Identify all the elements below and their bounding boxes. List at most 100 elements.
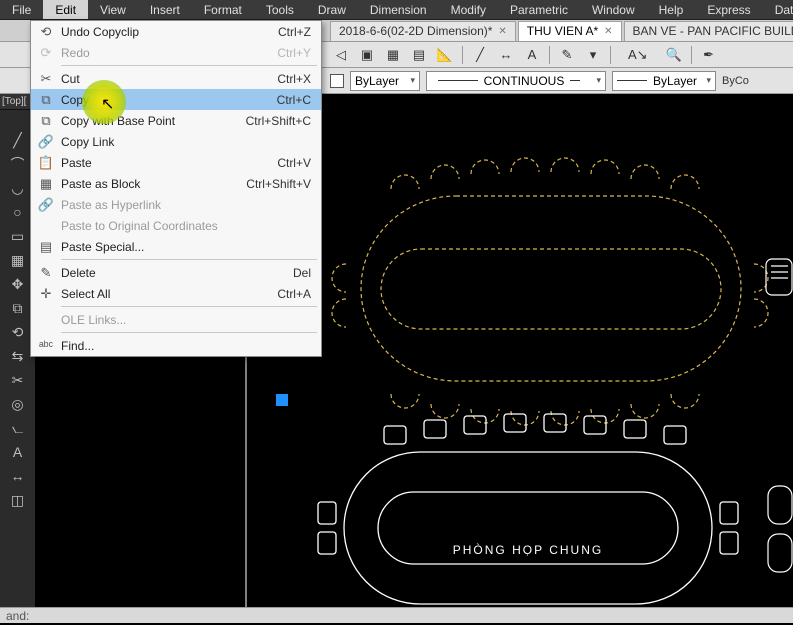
document-tab[interactable]: 2018-6-6(02-2D Dimension)* ✕ — [330, 21, 516, 41]
menu-item-label: Cut — [61, 72, 277, 86]
menu-insert[interactable]: Insert — [138, 0, 192, 19]
menu-item-label: Paste as Hyperlink — [61, 198, 311, 212]
style-a-icon[interactable]: A↘ — [617, 45, 659, 65]
document-tab-label: THU VIEN A* — [527, 24, 598, 38]
menu-edit[interactable]: Edit — [43, 0, 88, 19]
side-block-icon[interactable]: ◫ — [8, 490, 28, 510]
menu-window[interactable]: Window — [580, 0, 647, 19]
menu-view[interactable]: View — [88, 0, 138, 19]
side-line-icon[interactable]: ╱ — [8, 130, 28, 150]
menu-item-paste[interactable]: 📋PasteCtrl+V — [31, 152, 321, 173]
search-toolbar-icon[interactable]: 🔍 — [663, 45, 685, 65]
menu-item-shortcut: Del — [293, 266, 311, 280]
menu-format[interactable]: Format — [192, 0, 254, 19]
menu-item-find[interactable]: ᵃᵇᶜFind... — [31, 335, 321, 356]
room-label: PHÒNG HỌP CHUNG — [453, 542, 603, 557]
document-tab[interactable]: BAN VE - PAN PACIFIC BUILDING -✕ — [624, 21, 793, 41]
document-tab-label: 2018-6-6(02-2D Dimension)* — [339, 24, 492, 38]
menu-item-label: Paste Special... — [61, 240, 311, 254]
document-tab-label: BAN VE - PAN PACIFIC BUILDING - — [633, 24, 793, 38]
text-icon[interactable]: A — [521, 45, 543, 65]
toolbar-separator — [462, 46, 463, 64]
menu-separator — [61, 259, 317, 260]
menu-item-shortcut: Ctrl+A — [277, 287, 311, 301]
linetype-select[interactable]: CONTINUOUS — [426, 71, 606, 91]
menu-help[interactable]: Help — [647, 0, 696, 19]
color-swatch[interactable] — [330, 74, 344, 88]
menu-tools[interactable]: Tools — [254, 0, 306, 19]
selection-grip[interactable] — [276, 394, 288, 406]
menu-separator — [61, 332, 317, 333]
menu-item-icon: ▦ — [31, 176, 61, 192]
layer-select[interactable]: ByLayer — [350, 71, 420, 91]
side-arc-icon[interactable]: ◡ — [8, 178, 28, 198]
menu-item-icon: 📋 — [31, 155, 61, 171]
side-circle-icon[interactable]: ○ — [8, 202, 28, 222]
menu-item-delete[interactable]: ✎DeleteDel — [31, 262, 321, 283]
side-polyline-icon[interactable]: ⌒ — [8, 154, 28, 174]
side-move-icon[interactable]: ✥ — [8, 274, 28, 294]
command-text: and: — [6, 609, 29, 623]
menu-express[interactable]: Express — [695, 0, 762, 19]
menu-item-shortcut: Ctrl+Y — [277, 46, 311, 60]
toolbar-separator — [610, 46, 611, 64]
side-copy-icon[interactable]: ⧉ — [8, 298, 28, 318]
menu-item-copy[interactable]: ⧉CopyCtrl+C — [31, 89, 321, 110]
lineweight-select[interactable]: ByLayer — [612, 71, 716, 91]
side-hatch-icon[interactable]: ▦ — [8, 250, 28, 270]
menu-separator — [61, 306, 317, 307]
dim-icon[interactable]: ↔ — [495, 45, 517, 65]
toggle-a-icon[interactable]: ▣ — [356, 45, 378, 65]
menu-item-ole-links: OLE Links... — [31, 309, 321, 330]
menu-file[interactable]: File — [0, 0, 43, 19]
close-icon[interactable]: ✕ — [498, 26, 506, 37]
menu-dimension[interactable]: Dimension — [358, 0, 439, 19]
menu-draw[interactable]: Draw — [306, 0, 358, 19]
menu-item-copy-with-base-point[interactable]: ⧉Copy with Base PointCtrl+Shift+C — [31, 110, 321, 131]
command-line[interactable]: and: — [0, 607, 793, 623]
menu-item-label: OLE Links... — [61, 313, 311, 327]
layers-icon[interactable]: ▤ — [408, 45, 430, 65]
linetype-preview — [438, 80, 478, 81]
menu-parametric[interactable]: Parametric — [498, 0, 580, 19]
menu-item-redo: ⟳RedoCtrl+Y — [31, 42, 321, 63]
side-trim-icon[interactable]: ✂ — [8, 370, 28, 390]
menu-item-paste-as-block[interactable]: ▦Paste as BlockCtrl+Shift+V — [31, 173, 321, 194]
linetype-preview-r — [570, 80, 580, 81]
pen-icon[interactable]: ✎ — [556, 45, 578, 65]
side-rect-icon[interactable]: ▭ — [8, 226, 28, 246]
menu-item-label: Redo — [61, 46, 277, 60]
menu-item-undo-copyclip[interactable]: ⟲Undo CopyclipCtrl+Z — [31, 21, 321, 42]
menu-item-cut[interactable]: ✂CutCtrl+X — [31, 68, 321, 89]
brush-icon[interactable]: ▾ — [582, 45, 604, 65]
side-mirror-icon[interactable]: ⇆ — [8, 346, 28, 366]
side-offset-icon[interactable]: ◎ — [8, 394, 28, 414]
menu-data-view[interactable]: Data View — [763, 0, 793, 19]
side-dim-icon[interactable]: ↔ — [8, 466, 28, 486]
menu-item-select-all[interactable]: ✛Select AllCtrl+A — [31, 283, 321, 304]
menu-item-paste-to-original-coordinates: Paste to Original Coordinates — [31, 215, 321, 236]
lineweight-preview — [617, 80, 647, 81]
document-tab[interactable]: THU VIEN A* ✕ — [518, 21, 622, 41]
menu-item-label: Find... — [61, 339, 311, 353]
menu-item-paste-special[interactable]: ▤Paste Special... — [31, 236, 321, 257]
menu-item-label: Select All — [61, 287, 277, 301]
close-icon[interactable]: ✕ — [604, 26, 612, 37]
side-fillet-icon[interactable]: ⦦ — [8, 418, 28, 438]
menu-item-copy-link[interactable]: 🔗Copy Link — [31, 131, 321, 152]
side-text-icon[interactable]: A — [8, 442, 28, 462]
layer-select-label: ByLayer — [355, 74, 399, 88]
measure-icon[interactable]: 📐 — [434, 45, 456, 65]
menu-item-label: Undo Copyclip — [61, 25, 278, 39]
side-rotate-icon[interactable]: ⟲ — [8, 322, 28, 342]
toggle-b-icon[interactable]: ▦ — [382, 45, 404, 65]
history-back-icon[interactable]: ◁ — [330, 45, 352, 65]
line-icon[interactable]: ╱ — [469, 45, 491, 65]
menu-item-label: Copy with Base Point — [61, 114, 246, 128]
menu-item-icon: ✎ — [31, 265, 61, 281]
color-trailing-label: ByCo — [722, 75, 749, 87]
pen-final-icon[interactable]: ✒ — [698, 45, 720, 65]
menu-item-label: Paste as Block — [61, 177, 246, 191]
menu-item-shortcut: Ctrl+Z — [278, 25, 311, 39]
menu-modify[interactable]: Modify — [439, 0, 498, 19]
